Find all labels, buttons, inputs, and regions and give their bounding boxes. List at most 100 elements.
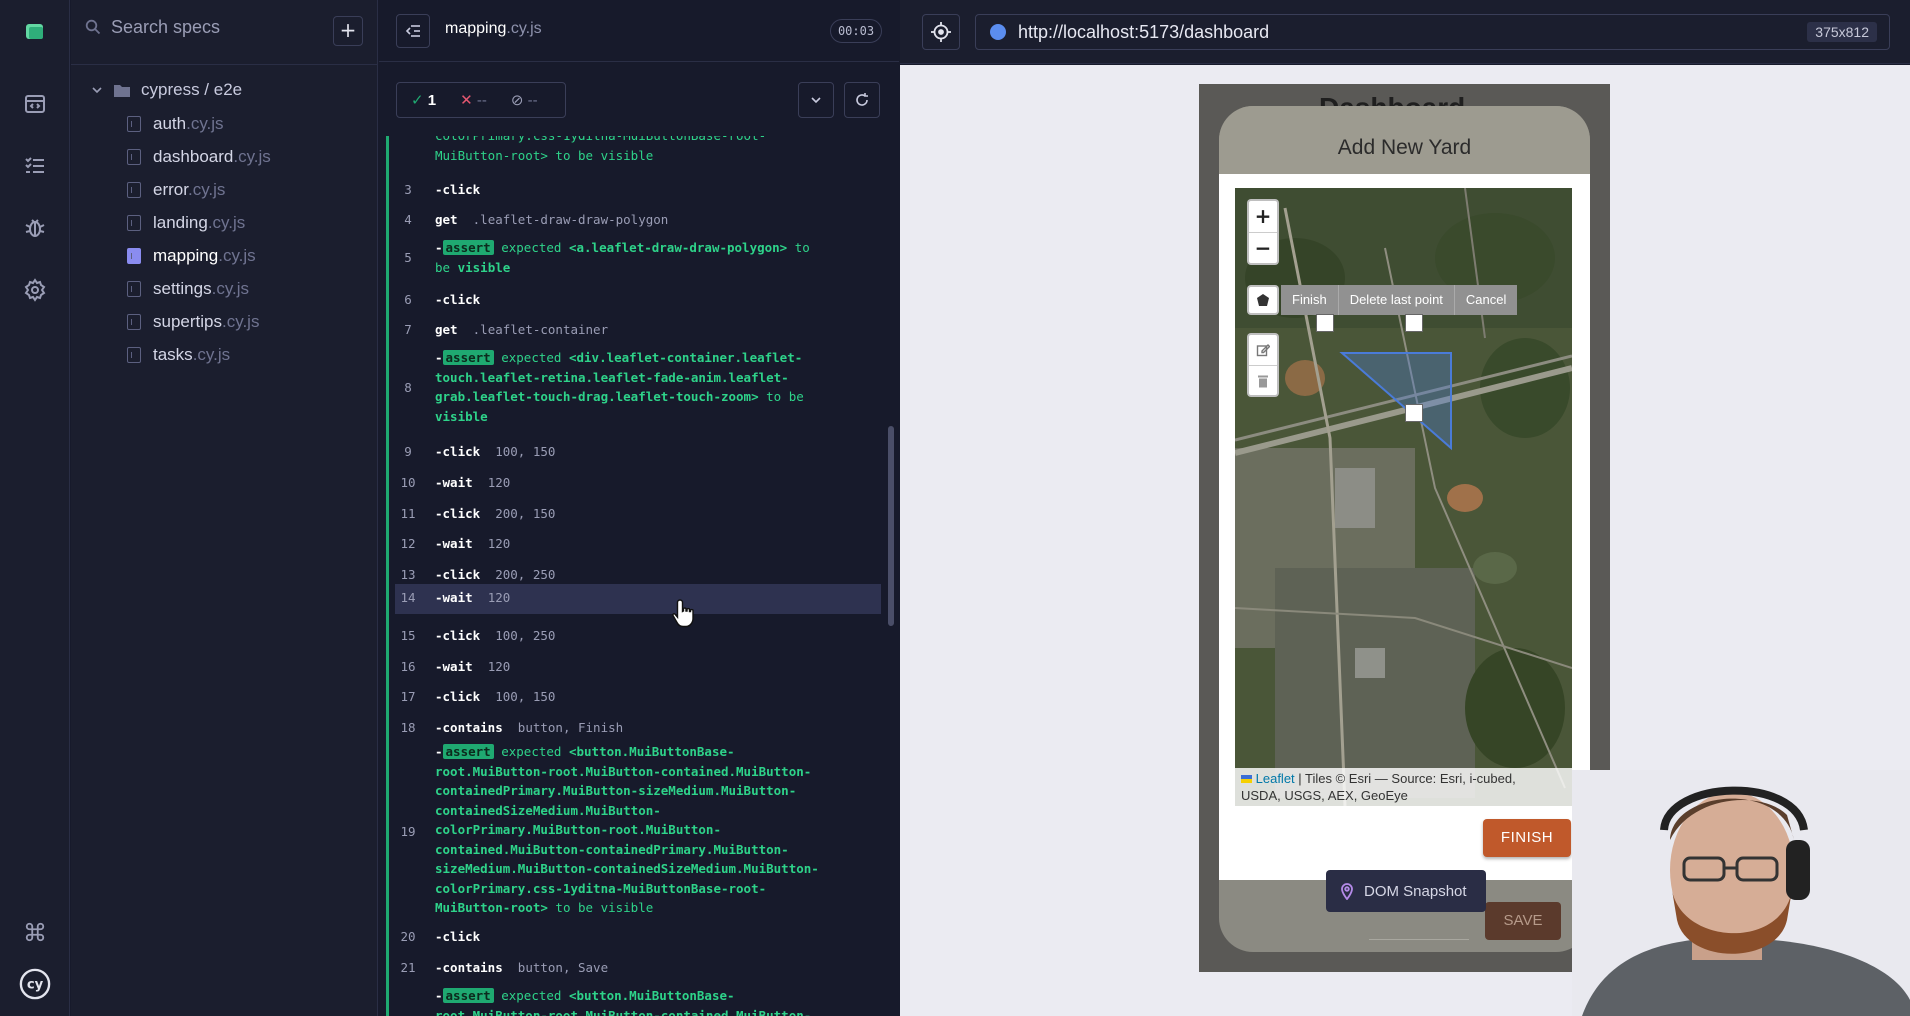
finish-button[interactable]: FINISH (1483, 819, 1571, 857)
command-row[interactable]: 20 -click (395, 927, 881, 951)
dom-snapshot-badge[interactable]: DOM Snapshot (1326, 870, 1486, 912)
command-row[interactable]: colorPrimary.css-1yditna-MuiButtonBase-r… (395, 136, 881, 176)
command-row[interactable]: 12 -wait 120 (395, 534, 881, 558)
command-message: 200, 250 (495, 567, 556, 582)
command-row[interactable]: 3 -click (395, 180, 881, 204)
draw-cancel-action[interactable]: Cancel (1453, 285, 1517, 315)
map-container[interactable]: + − Finish Delete last point Cancel Leaf… (1235, 188, 1572, 806)
spec-item-error[interactable]: error.cy.js (127, 177, 225, 203)
folder-cypress-e2e[interactable]: cypress / e2e (91, 80, 242, 100)
ukraine-flag-icon (1241, 775, 1252, 783)
file-icon (127, 149, 141, 165)
polygon-vertex[interactable] (1316, 314, 1334, 332)
spec-item-supertips[interactable]: supertips.cy.js (127, 309, 259, 335)
command-number: 18 (400, 720, 416, 735)
command-row[interactable]: 4 get .leaflet-draw-draw-polygon (395, 210, 881, 234)
draw-delete-last-point-action[interactable]: Delete last point (1337, 285, 1454, 315)
leaflet-link[interactable]: Leaflet (1256, 771, 1295, 786)
command-row[interactable]: 7 get .leaflet-container (395, 320, 881, 344)
hand-cursor-icon (672, 599, 694, 628)
command-row[interactable]: - assert expected <button.MuiButtonBase-r… (395, 986, 881, 1016)
command-row[interactable]: 5- assert expected <a.leaflet-draw-draw-p… (395, 238, 881, 278)
keyboard-shortcuts-icon[interactable] (19, 916, 51, 948)
command-row[interactable]: 9 -click 100, 150 (395, 442, 881, 466)
spec-item-landing[interactable]: landing.cy.js (127, 210, 245, 236)
command-message: expected (501, 744, 562, 759)
command-number: 16 (400, 659, 416, 674)
attribution-text: | Tiles © Esri — Source: Esri, i-cubed, (1294, 771, 1516, 786)
spec-ext: .cy.js (211, 279, 250, 298)
collapse-icon (405, 25, 420, 37)
file-icon (127, 314, 141, 330)
zoom-control: + − (1247, 199, 1279, 265)
search-specs-input[interactable]: Search specs (85, 12, 325, 42)
log-scrollbar[interactable] (887, 136, 895, 1016)
webcam-overlay (1572, 770, 1910, 1016)
command-name: -click (435, 628, 481, 643)
spec-item-dashboard[interactable]: dashboard.cy.js (127, 144, 271, 170)
rerun-button[interactable] (844, 82, 880, 118)
spec-name: supertips (153, 312, 222, 331)
command-name: -click (435, 182, 481, 197)
edit-layers-button[interactable] (1249, 335, 1277, 365)
command-row-hovered[interactable]: 14 -wait 120 (395, 584, 881, 614)
command-row[interactable]: 18 -contains button, Finish (395, 718, 881, 742)
command-message: containedSizeMedium.MuiButton- (435, 802, 661, 818)
command-message: 100, 150 (495, 444, 556, 459)
spec-item-auth[interactable]: auth.cy.js (127, 111, 224, 137)
draw-polygon-button[interactable] (1247, 285, 1279, 315)
polygon-vertex[interactable] (1405, 404, 1423, 422)
specs-panel: Search specs + cypress / e2e auth.cy.js … (71, 0, 378, 1016)
settings-icon[interactable] (19, 274, 51, 306)
draw-finish-action[interactable]: Finish (1281, 285, 1338, 315)
command-row[interactable]: 19- assert expected <button.MuiButtonBase… (395, 742, 881, 922)
expand-all-button[interactable] (798, 82, 834, 118)
command-message: visible (435, 408, 488, 424)
command-number: 5 (404, 250, 412, 265)
command-log-panel: mapping.cy.js 00:03 ✓ 1 ✕ -- ⊘ -- colorP… (379, 0, 899, 1016)
spec-ext: .cy.js (233, 147, 271, 166)
command-row[interactable]: 10 -wait 120 (395, 473, 881, 497)
assert-badge: assert (442, 744, 494, 759)
command-row[interactable]: 21 -contains button, Save (395, 958, 881, 982)
specs-icon[interactable] (19, 88, 51, 120)
folder-icon (114, 84, 130, 97)
delete-layers-button[interactable] (1249, 365, 1277, 395)
zoom-out-button[interactable]: − (1249, 232, 1277, 263)
command-number: 17 (400, 689, 416, 704)
command-row[interactable]: 15 -click 100, 250 (395, 626, 881, 650)
file-icon (127, 116, 141, 132)
command-message: visible (457, 259, 511, 275)
url-bar[interactable]: http://localhost:5173/dashboard 375x812 (975, 14, 1890, 50)
spec-item-mapping[interactable]: mapping.cy.js (127, 243, 256, 269)
command-name: -contains (435, 720, 503, 735)
selector-playground-button[interactable] (922, 14, 960, 50)
zoom-in-button[interactable]: + (1249, 201, 1277, 232)
crosshair-icon (931, 22, 951, 42)
command-row[interactable]: 17 -click 100, 150 (395, 687, 881, 711)
file-icon (127, 347, 141, 363)
command-message: button, Save (517, 960, 609, 975)
command-row[interactable]: 8- assert expected <div.leaflet-container… (395, 348, 881, 428)
save-button[interactable]: SAVE (1485, 902, 1561, 940)
log-scrollbar-thumb[interactable] (888, 426, 894, 626)
runs-icon[interactable] (19, 150, 51, 182)
cy-logo-icon[interactable]: cy (19, 968, 51, 1000)
command-row[interactable]: 16 -wait 120 (395, 657, 881, 681)
polygon-vertex[interactable] (1405, 314, 1423, 332)
command-row[interactable]: 6 -click (395, 290, 881, 314)
viewport-size-badge[interactable]: 375x812 (1807, 22, 1877, 42)
command-row[interactable]: 11 -click 200, 150 (395, 504, 881, 528)
add-spec-button[interactable]: + (333, 16, 363, 46)
pending-count: ⊘ -- (510, 92, 538, 109)
spec-item-tasks[interactable]: tasks.cy.js (127, 342, 230, 368)
spec-item-settings[interactable]: settings.cy.js (127, 276, 249, 302)
command-message: .leaflet-container (472, 322, 609, 337)
command-message: sizeMedium.MuiButton-containedSizeMedium… (435, 861, 819, 876)
file-icon (127, 215, 141, 231)
collapse-specs-button[interactable] (396, 14, 430, 48)
command-number: 6 (404, 292, 412, 307)
cypress-logo-icon[interactable] (19, 16, 51, 48)
debug-icon[interactable] (19, 212, 51, 244)
spec-name: mapping (153, 246, 219, 265)
